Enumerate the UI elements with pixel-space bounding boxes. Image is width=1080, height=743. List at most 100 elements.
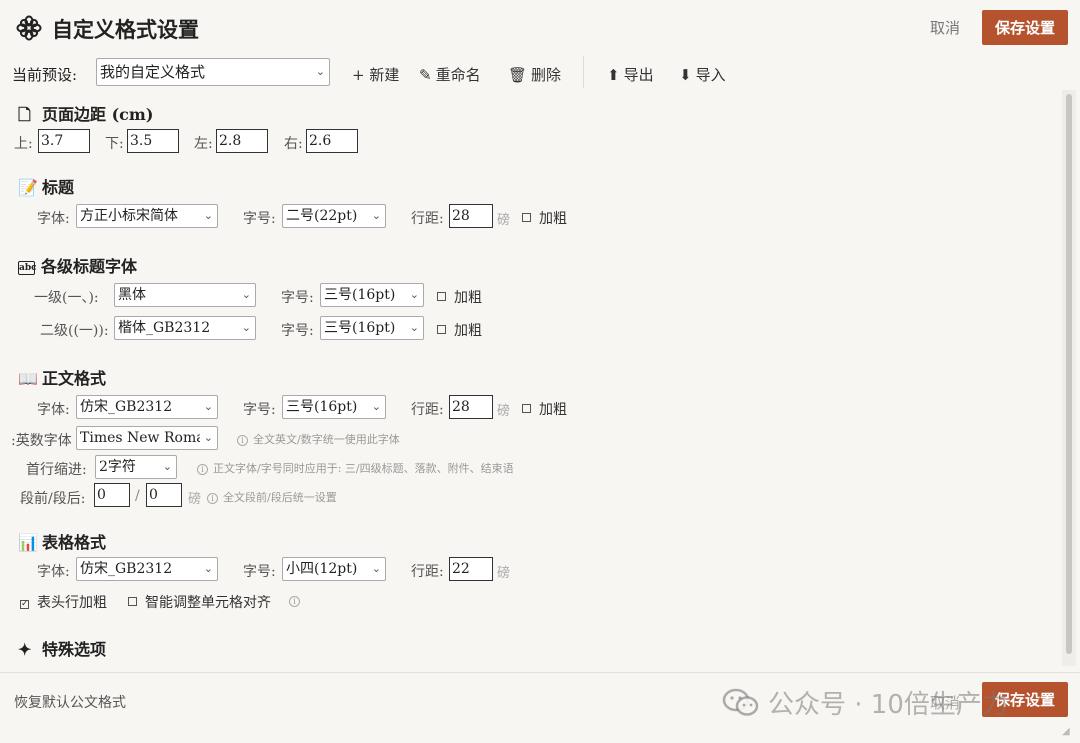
- para-unit: 磅: [188, 492, 202, 507]
- para-hint: i 全文段前/段后统一设置: [207, 489, 337, 505]
- checkbox-checked-icon: ✓: [20, 599, 29, 609]
- section-margins-title: 🗋 页面边距 (cm): [18, 101, 153, 131]
- table-font-select[interactable]: 仿宋_GB2312 ⌄: [76, 557, 218, 581]
- section-body-title: 📖 正文格式: [18, 365, 106, 389]
- checkbox-unchecked-icon: [522, 404, 531, 413]
- body-font-value: 仿宋_GB2312: [80, 399, 173, 415]
- chevron-down-icon: ⌄: [371, 209, 381, 222]
- heading-spacing-label: 行距:: [411, 211, 444, 227]
- header-bold-checkbox[interactable]: ✓ 表头行加粗: [20, 592, 107, 612]
- indent-select[interactable]: 2字符 ⌄: [95, 455, 177, 479]
- body-size-value: 三号(16pt): [286, 399, 358, 415]
- para-after-input[interactable]: 0: [146, 483, 182, 507]
- arrow-up-icon: ⬆: [607, 66, 620, 84]
- level1-font-value: 黑体: [118, 287, 146, 303]
- body-spacing-unit: 磅: [497, 404, 511, 419]
- margin-top-input[interactable]: 3.7: [38, 129, 90, 153]
- delete-preset-button[interactable]: 🗑 删除: [508, 64, 561, 85]
- level2-size-value: 三号(16pt): [324, 320, 396, 336]
- document-icon: 🗋: [18, 105, 31, 124]
- abc-icon: abc: [18, 261, 37, 275]
- import-button[interactable]: ⬇ 导入: [679, 64, 726, 85]
- restore-default-button[interactable]: 恢复默认公文格式: [14, 692, 126, 712]
- body-size-select[interactable]: 三号(16pt) ⌄: [282, 395, 386, 419]
- checkbox-unchecked-icon: [437, 325, 446, 334]
- en-font-select[interactable]: Times New Roman⌄: [76, 426, 218, 450]
- smart-align-label: 智能调整单元格对齐: [145, 595, 271, 611]
- heading-bold-label: 加粗: [539, 211, 567, 227]
- level-fonts-title-text: 各级标题字体: [41, 257, 138, 276]
- heading-size-label: 字号:: [243, 211, 276, 227]
- footer-divider: [0, 672, 1080, 673]
- pencil-icon: ✎: [419, 66, 432, 84]
- resize-grip-icon[interactable]: ◢: [1062, 726, 1070, 737]
- sparkle-icon: ✦: [18, 640, 32, 659]
- chevron-down-icon: ⌄: [203, 400, 213, 413]
- gear-icon: [16, 15, 42, 41]
- level1-bold-checkbox[interactable]: 加粗: [437, 287, 482, 307]
- table-spacing-label: 行距:: [411, 564, 444, 580]
- dialog-title: 自定义格式设置: [52, 17, 199, 42]
- body-bold-checkbox[interactable]: 加粗: [522, 399, 567, 419]
- level2-bold-checkbox[interactable]: 加粗: [437, 320, 482, 340]
- table-spacing-input[interactable]: 22: [449, 557, 493, 581]
- heading-size-select[interactable]: 二号(22pt) ⌄: [282, 204, 386, 228]
- body-spacing-input[interactable]: 28: [449, 395, 493, 419]
- table-size-value: 小四(12pt): [286, 561, 358, 577]
- indent-hint-text: 正文字体/字号同时应用于: 三/四级标题、落款、附件、结束语: [213, 462, 514, 475]
- checkbox-unchecked-icon: [522, 213, 531, 222]
- smart-align-checkbox[interactable]: 智能调整单元格对齐: [128, 592, 271, 612]
- body-font-select[interactable]: 仿宋_GB2312 ⌄: [76, 395, 218, 419]
- margin-left-label: 左:: [194, 136, 213, 152]
- export-button[interactable]: ⬆ 导出: [607, 64, 654, 85]
- margin-left-input[interactable]: 2.8: [216, 129, 268, 153]
- level2-font-value: 楷体_GB2312: [118, 320, 211, 336]
- save-button[interactable]: 保存设置: [982, 10, 1068, 45]
- margin-bottom-input[interactable]: 3.5: [127, 129, 179, 153]
- scrollbar[interactable]: [1062, 90, 1076, 666]
- chevron-down-icon: ⌄: [315, 65, 325, 78]
- en-font-value: Times New Roman: [80, 430, 200, 446]
- indent-value: 2字符: [99, 459, 136, 475]
- arrow-down-icon: ⬇: [679, 66, 692, 84]
- margin-bottom-label: 下:: [105, 136, 124, 152]
- chevron-down-icon: ⌄: [241, 288, 251, 301]
- header-bold-label: 表头行加粗: [37, 595, 107, 611]
- indent-hint: i 正文字体/字号同时应用于: 三/四级标题、落款、附件、结束语: [197, 460, 514, 476]
- level1-size-select[interactable]: 三号(16pt) ⌄: [320, 283, 424, 307]
- level2-font-select[interactable]: 楷体_GB2312 ⌄: [114, 316, 256, 340]
- level2-size-label: 字号:: [281, 323, 314, 339]
- new-preset-button[interactable]: + 新建: [352, 64, 399, 85]
- en-font-hint-text: 全文英文/数字统一使用此字体: [253, 433, 400, 446]
- import-label: 导入: [695, 66, 726, 84]
- cancel-button[interactable]: 取消: [930, 17, 960, 38]
- chevron-down-icon: ⌄: [203, 562, 213, 575]
- heading-spacing-input[interactable]: 28: [449, 204, 493, 228]
- scrollbar-thumb[interactable]: [1066, 94, 1072, 654]
- rename-label: 重命名: [435, 66, 481, 84]
- checkbox-unchecked-icon: [128, 597, 137, 606]
- margin-right-input[interactable]: 2.6: [306, 129, 358, 153]
- para-spacing-label: 段前/段后:: [20, 491, 86, 507]
- chevron-down-icon: ⌄: [203, 209, 213, 222]
- heading-font-value: 方正小标宋简体: [80, 208, 178, 224]
- table-spacing-unit: 磅: [497, 566, 511, 581]
- chevron-down-icon: ⌄: [203, 431, 213, 444]
- info-icon: i: [289, 596, 300, 607]
- rename-preset-button[interactable]: ✎ 重命名: [419, 64, 481, 85]
- level1-font-select[interactable]: 黑体 ⌄: [114, 283, 256, 307]
- info-icon: i: [197, 464, 208, 475]
- level2-size-select[interactable]: 三号(16pt) ⌄: [320, 316, 424, 340]
- smart-align-info[interactable]: i: [289, 594, 305, 607]
- heading-font-select[interactable]: 方正小标宋简体 ⌄: [76, 204, 218, 228]
- para-before-input[interactable]: 0: [94, 483, 130, 507]
- body-title-text: 正文格式: [42, 369, 107, 388]
- preset-select[interactable]: 我的自定义格式 ⌄: [96, 58, 330, 86]
- heading-bold-checkbox[interactable]: 加粗: [522, 208, 567, 228]
- level1-size-label: 字号:: [281, 290, 314, 306]
- en-font-hint: i 全文英文/数字统一使用此字体: [237, 431, 400, 447]
- level2-bold-label: 加粗: [454, 323, 482, 339]
- table-size-select[interactable]: 小四(12pt) ⌄: [282, 557, 386, 581]
- section-heading-title: 📝 标题: [18, 174, 74, 198]
- level1-size-value: 三号(16pt): [324, 287, 396, 303]
